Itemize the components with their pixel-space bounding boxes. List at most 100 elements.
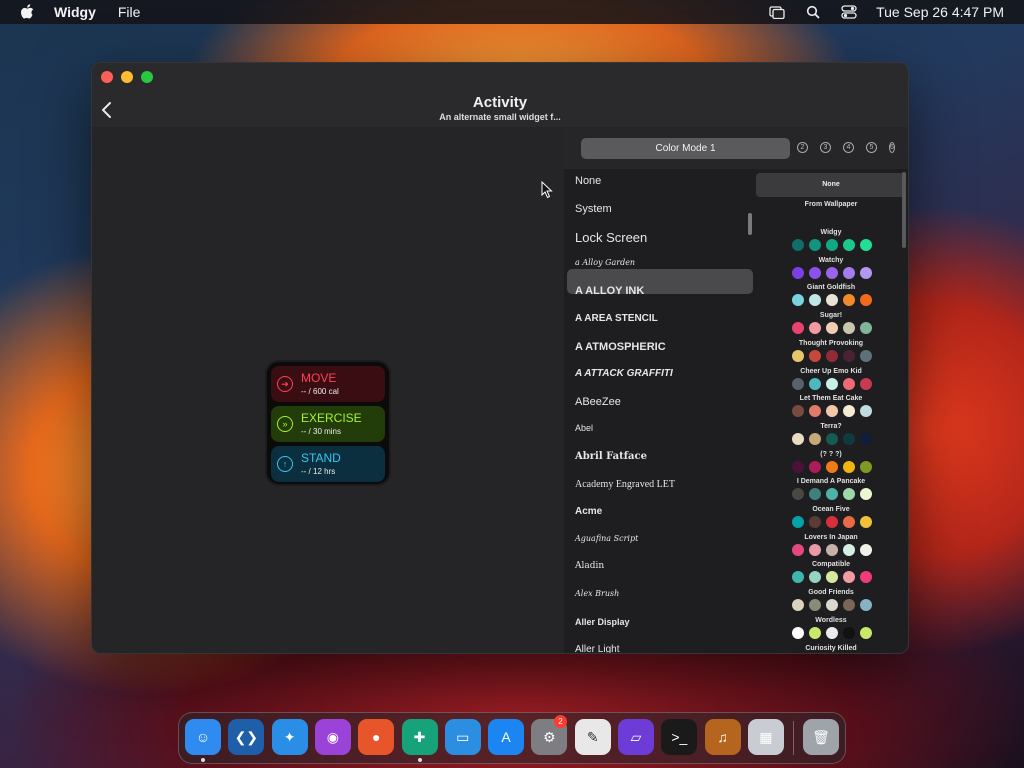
palette-swatch[interactable] <box>809 432 821 445</box>
palette-swatch[interactable] <box>792 239 804 251</box>
palette-swatch[interactable] <box>860 460 872 473</box>
palette-swatch[interactable] <box>809 322 821 335</box>
palette-swatch[interactable] <box>792 322 804 335</box>
palette-swatch[interactable] <box>809 516 821 528</box>
palette-swatch[interactable] <box>792 626 804 639</box>
palette-name[interactable]: Wordless <box>756 617 906 624</box>
palette-swatch[interactable] <box>860 377 872 390</box>
font-item[interactable]: A ATMOSPHERIC <box>575 341 666 353</box>
font-item[interactable]: Alex Brush <box>575 589 619 598</box>
palette-name[interactable]: (? ? ?) <box>756 451 906 458</box>
palette-swatch[interactable] <box>809 488 821 501</box>
palette-swatch[interactable] <box>792 377 804 390</box>
palette-swatch[interactable] <box>843 266 855 279</box>
palette-swatch[interactable] <box>843 516 855 528</box>
palette-name[interactable]: Widgy <box>756 229 906 236</box>
palette-swatch[interactable] <box>826 377 838 390</box>
palette-swatch[interactable] <box>792 405 804 418</box>
zoom-button[interactable] <box>141 71 153 83</box>
palette-swatch[interactable] <box>860 571 872 584</box>
palette-name[interactable]: Lovers In Japan <box>756 534 906 541</box>
palette-swatch[interactable] <box>809 543 821 556</box>
palette-swatch[interactable] <box>809 377 821 390</box>
dock-app-icon[interactable]: ◉ <box>314 719 351 755</box>
palette-swatch[interactable] <box>809 571 821 584</box>
palette-swatch[interactable] <box>843 405 855 418</box>
font-item[interactable]: Aller Light <box>575 644 619 653</box>
spotlight-search-icon[interactable] <box>804 4 822 20</box>
palette-name[interactable]: Terra? <box>756 423 906 430</box>
palette-swatch[interactable] <box>809 349 821 362</box>
font-item[interactable]: Abel <box>575 423 593 433</box>
palette-name[interactable]: Watchy <box>756 257 906 264</box>
palette-name[interactable]: Sugar! <box>756 312 906 319</box>
palette-swatch[interactable] <box>792 266 804 279</box>
palette-swatch[interactable] <box>843 349 855 362</box>
palette-name[interactable]: Giant Goldfish <box>756 284 906 291</box>
palette-swatch[interactable] <box>809 266 821 279</box>
palette-name[interactable]: Cheer Up Emo Kid <box>756 368 906 375</box>
palette-name[interactable]: Thought Provoking <box>756 340 906 347</box>
dock-app-icon[interactable]: ❮❯ <box>228 719 265 755</box>
palette-swatch[interactable] <box>826 239 838 251</box>
font-item[interactable]: a Alloy Garden <box>575 258 635 267</box>
palette-name[interactable]: Curiosity Killed <box>756 645 906 652</box>
dock-app-icon[interactable]: A <box>488 719 525 755</box>
palette-swatch[interactable] <box>826 599 838 612</box>
palette-swatch[interactable] <box>826 432 838 445</box>
palette-swatch[interactable] <box>826 349 838 362</box>
palette-swatch[interactable] <box>843 626 855 639</box>
palette-swatch[interactable] <box>826 516 838 528</box>
mode-4-button[interactable]: 4 <box>843 142 854 153</box>
palette-swatch[interactable] <box>809 294 821 307</box>
close-button[interactable] <box>101 71 113 83</box>
palette-swatch[interactable] <box>809 460 821 473</box>
font-item[interactable]: Aguafina Script <box>575 534 638 543</box>
font-item[interactable]: ABeeZee <box>575 396 621 408</box>
palette-swatch[interactable] <box>860 543 872 556</box>
palette-none-button[interactable]: None <box>756 173 906 197</box>
palette-swatch[interactable] <box>860 488 872 501</box>
palette-swatch[interactable] <box>826 543 838 556</box>
font-list[interactable]: None System Lock Screen a Alloy Garden A ALL… <box>564 169 756 653</box>
palette-swatch[interactable] <box>843 543 855 556</box>
mode-5-button[interactable]: 5 <box>866 142 877 153</box>
palette-swatch[interactable] <box>860 432 872 445</box>
from-wallpaper-label[interactable]: From Wallpaper <box>756 201 906 208</box>
palette-swatch[interactable] <box>826 322 838 335</box>
palette-swatch[interactable] <box>843 239 855 251</box>
palette-swatch[interactable] <box>809 626 821 639</box>
font-list-scrollbar[interactable] <box>748 213 752 235</box>
font-item[interactable]: Aladin <box>575 561 604 571</box>
menubar-datetime[interactable]: Tue Sep 26 4:47 PM <box>876 4 1004 20</box>
minimize-button[interactable] <box>121 71 133 83</box>
mode-2-button[interactable]: 2 <box>797 142 808 153</box>
palette-name[interactable]: I Demand A Pancake <box>756 478 906 485</box>
dock-app-icon[interactable]: ● <box>358 719 395 755</box>
palette-swatch[interactable] <box>860 322 872 335</box>
palette-swatch[interactable] <box>792 488 804 501</box>
palette-list[interactable]: None From Wallpaper Widgy Watchy Giant Gol… <box>756 169 908 653</box>
dock-app-icon[interactable]: ▭ <box>444 719 481 755</box>
palette-swatch[interactable] <box>843 460 855 473</box>
palette-swatch[interactable] <box>843 377 855 390</box>
palette-swatch[interactable] <box>860 239 872 251</box>
palette-swatch[interactable] <box>809 405 821 418</box>
palette-name[interactable]: Let Them Eat Cake <box>756 395 906 402</box>
font-item[interactable]: Academy Engraved LET <box>575 479 675 490</box>
palette-swatch[interactable] <box>826 294 838 307</box>
menu-file[interactable]: File <box>118 4 141 20</box>
palette-swatch[interactable] <box>826 266 838 279</box>
palette-swatch[interactable] <box>792 349 804 362</box>
apple-icon[interactable] <box>18 3 36 21</box>
control-center-icon[interactable] <box>840 4 858 20</box>
palette-swatch[interactable] <box>792 543 804 556</box>
palette-swatch[interactable] <box>860 349 872 362</box>
font-item[interactable]: Lock Screen <box>575 230 647 245</box>
palette-swatch[interactable] <box>792 516 804 528</box>
menubar-app-name[interactable]: Widgy <box>54 4 96 20</box>
palette-swatch[interactable] <box>826 488 838 501</box>
palette-name[interactable]: Good Friends <box>756 589 906 596</box>
palette-swatch[interactable] <box>860 516 872 528</box>
dock-app-icon[interactable]: 🗑 <box>803 719 839 755</box>
